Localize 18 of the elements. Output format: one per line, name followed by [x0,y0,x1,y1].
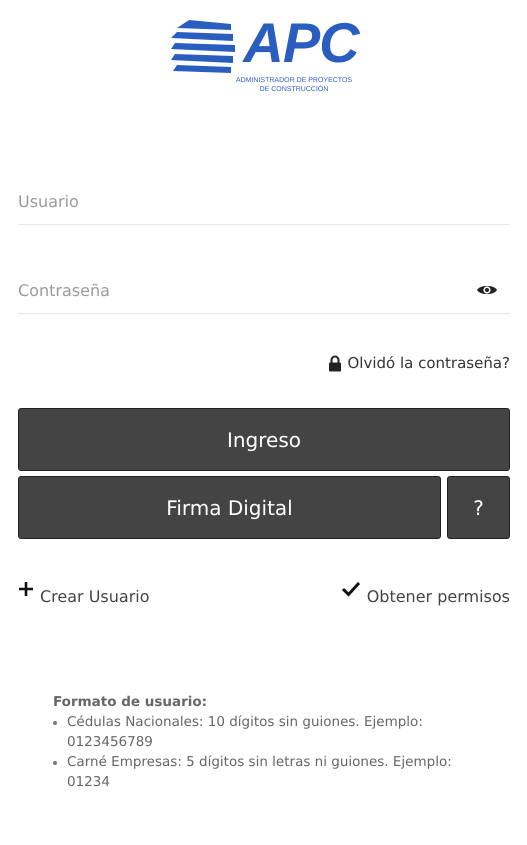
eye-icon[interactable] [476,283,498,297]
permissions-link[interactable]: Obtener permisos [340,581,510,606]
check-icon [340,581,361,597]
username-field[interactable]: Usuario [18,192,498,210]
lock-icon [328,354,342,372]
password-field[interactable]: Contraseña [18,280,476,300]
format-item: Carné Empresas: 5 dígitos sin letras ni guiones. Ejemplo: 01234 [67,753,453,792]
login-button[interactable]: Ingreso [18,408,510,471]
bullet-icon [53,761,57,765]
format-item: Cédulas Nacionales: 10 dígitos sin guiones. Ejemplo: 0123456789 [67,713,424,752]
format-title: Formato de usuario: [53,694,208,710]
forgot-password-link[interactable]: Olvidó la contraseña? [328,354,510,372]
logo-name: APC [243,18,359,68]
bullet-icon [53,721,57,725]
create-user-link[interactable]: Crear Usuario [18,581,150,606]
help-button[interactable]: ? [447,476,510,539]
digital-signature-button[interactable]: Firma Digital [18,476,441,539]
plus-icon [18,581,34,597]
